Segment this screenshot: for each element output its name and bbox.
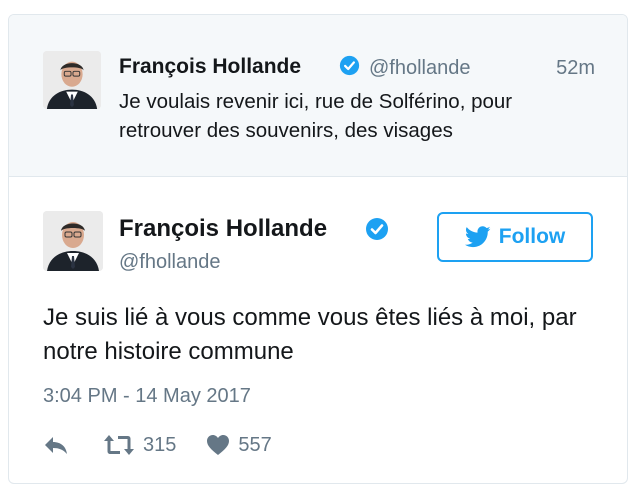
tweet-text: Je voulais revenir ici, rue de Solférino… <box>119 90 513 142</box>
heart-icon <box>207 435 230 455</box>
tweet-timestamp[interactable]: 3:04 PM - 14 May 2017 <box>43 385 251 408</box>
quoted-tweet[interactable]: François Hollande @fhollande 52m Je voul… <box>9 15 627 177</box>
verified-badge-icon <box>366 218 388 240</box>
reply-button[interactable] <box>43 434 69 456</box>
twitter-bird-icon <box>464 226 491 248</box>
follow-button[interactable]: Follow <box>437 212 593 262</box>
tweet-text: Je suis lié à vous comme vous êtes liés … <box>43 304 577 365</box>
tweet-time[interactable]: 52m <box>556 57 595 80</box>
retweet-icon <box>104 435 134 455</box>
avatar[interactable] <box>43 211 103 271</box>
retweet-count: 315 <box>143 433 177 456</box>
avatar-photo <box>43 51 101 109</box>
like-count: 557 <box>238 433 272 456</box>
like-button[interactable]: 557 <box>206 433 272 457</box>
tweet-embed-card: François Hollande @fhollande 52m Je voul… <box>8 14 628 484</box>
author-handle[interactable]: @fhollande <box>369 57 470 80</box>
avatar-photo <box>43 211 103 271</box>
author-name[interactable]: François Hollande <box>119 55 301 79</box>
author-name[interactable]: François Hollande <box>119 215 327 243</box>
tweet-actions: 315 557 <box>43 431 272 459</box>
follow-label: Follow <box>498 225 566 248</box>
verified-badge-icon <box>339 55 360 76</box>
author-handle[interactable]: @fhollande <box>119 251 220 274</box>
avatar[interactable] <box>43 51 101 109</box>
retweet-button[interactable]: 315 <box>103 434 176 457</box>
reply-icon <box>45 437 67 454</box>
